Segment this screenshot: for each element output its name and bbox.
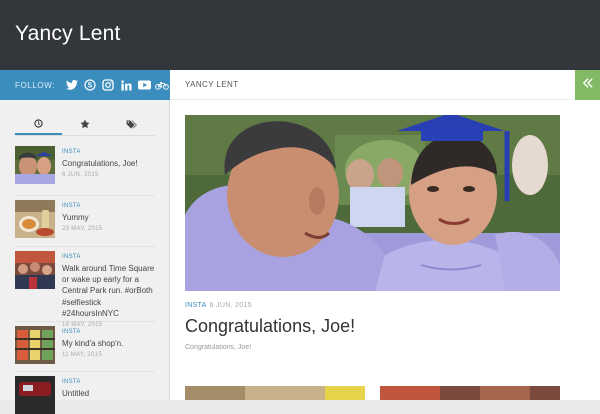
tags-icon [126,116,138,134]
list-item[interactable]: INSTA Walk around Time Square or wake up… [15,247,155,328]
youtube-icon[interactable] [137,78,151,92]
site-title[interactable]: Yancy Lent [15,22,121,46]
post-date: 6 JUN, 2015 [62,172,99,179]
post-thumbnail[interactable] [15,146,55,184]
follow-bar: FOLLOW: [0,70,170,100]
skype-icon[interactable] [83,78,97,92]
sidebar-collapse-button[interactable] [575,70,600,100]
post-title[interactable]: Congratulations, Joe! [62,158,155,169]
sidebar-tabs [15,114,155,136]
breadcrumb: YANCY LENT [170,70,600,100]
post-date: 23 MAY, 2015 [62,226,103,233]
breadcrumb-label[interactable]: YANCY LENT [185,80,239,89]
post-title[interactable]: Yummy [62,212,155,223]
post-thumbnail[interactable] [15,376,55,414]
post-date: 11 MAY, 2015 [62,352,102,359]
double-chevron-left-icon [582,76,594,94]
article-category[interactable]: INSTA [185,302,207,309]
sidebar: INSTA Congratulations, Joe! 6 JUN, 2015 … [0,100,170,414]
list-item[interactable]: INSTA Congratulations, Joe! 6 JUN, 2015 [15,146,155,196]
post-title[interactable]: Untitled [62,388,155,399]
social-links [65,78,169,92]
article-title[interactable]: Congratulations, Joe! [185,316,355,337]
bicycle-icon[interactable] [155,78,169,92]
post-category[interactable]: INSTA [62,329,155,335]
post-thumbnail[interactable] [15,200,55,238]
article-date: 6 JUN, 2015 [209,302,252,309]
main-content: YANCY LENT INSTA 6 JUN, 2015 Congratulat… [170,70,600,400]
twitter-icon[interactable] [65,78,79,92]
article-excerpt: Congratulations, Joe! [185,344,252,351]
post-category[interactable]: INSTA [62,379,155,385]
linkedin-icon[interactable] [119,78,133,92]
post-category[interactable]: INSTA [62,149,155,155]
tab-tags[interactable] [108,114,155,135]
post-thumbnail[interactable] [15,326,55,364]
post-title[interactable]: My kind'a shop'n. [62,338,155,349]
post-title[interactable]: Walk around Time Square or wake up early… [62,263,155,319]
tab-recent[interactable] [15,114,62,135]
site-header: Yancy Lent [0,0,600,70]
next-post-thumbnail[interactable] [185,386,365,400]
tab-popular[interactable] [62,114,109,135]
instagram-icon[interactable] [101,78,115,92]
post-category[interactable]: INSTA [62,254,155,260]
list-item[interactable]: INSTA Untitled [15,372,155,414]
star-icon [80,116,90,134]
clock-icon [34,115,43,133]
list-item[interactable]: INSTA My kind'a shop'n. 11 MAY, 2015 [15,322,155,372]
post-category[interactable]: INSTA [62,203,155,209]
article-meta: INSTA 6 JUN, 2015 [185,302,252,309]
next-post-thumbnail[interactable] [380,386,560,400]
follow-label: FOLLOW: [15,80,56,90]
featured-image[interactable] [185,115,560,291]
list-item[interactable]: INSTA Yummy 23 MAY, 2015 [15,196,155,247]
recent-posts-list: INSTA Congratulations, Joe! 6 JUN, 2015 … [15,146,155,414]
post-thumbnail[interactable] [15,251,55,289]
